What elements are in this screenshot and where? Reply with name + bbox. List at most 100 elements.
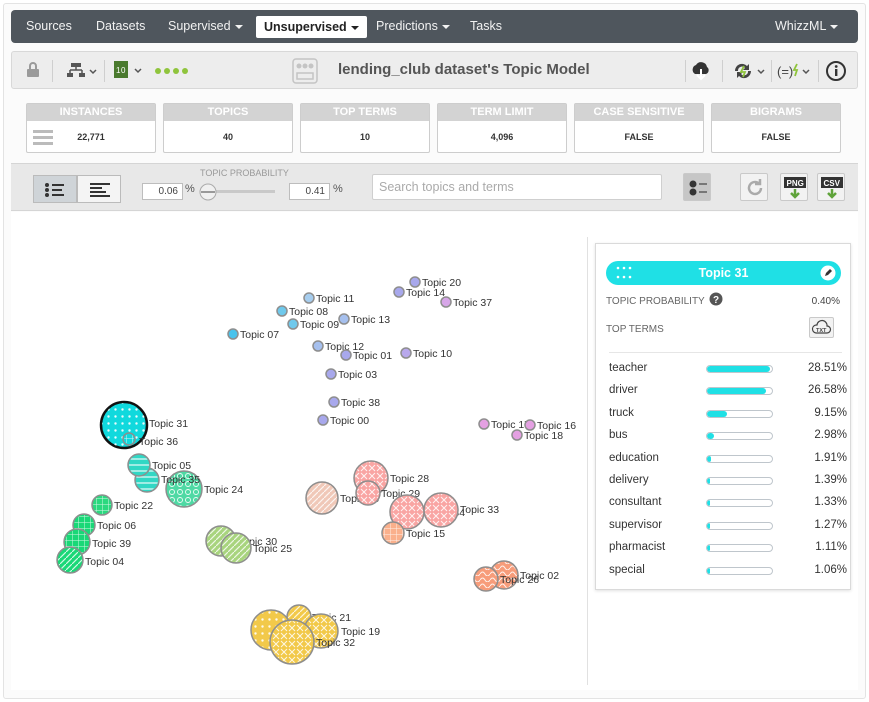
topic-bubble[interactable]: Topic 04	[56, 546, 124, 574]
topic-circle[interactable]	[276, 305, 288, 317]
topic-circle[interactable]	[524, 419, 536, 431]
topic-label[interactable]: Topic 13	[351, 314, 390, 326]
topic-pattern	[383, 523, 403, 543]
topic-label[interactable]: Topic 18	[524, 430, 563, 442]
topic-pattern	[307, 483, 337, 513]
term-percent: 28.51%	[807, 362, 847, 374]
topic-bubble[interactable]: Topic 22	[91, 494, 153, 516]
term-bar-fill	[707, 388, 766, 395]
topic-label[interactable]: Topic 28	[390, 473, 429, 485]
topic-circle[interactable]	[440, 296, 452, 308]
topic-label[interactable]: Topic 04	[85, 556, 124, 568]
topic-circle[interactable]	[409, 276, 421, 288]
topic-bubbles: Topic 20Topic 14Topic 37Topic 11Topic 08…	[56, 276, 576, 665]
topic-circle[interactable]	[317, 414, 329, 426]
term-row: education 1.91%	[609, 450, 847, 468]
term-name: delivery	[609, 474, 649, 486]
topic-bubble[interactable]: Topic 07	[227, 328, 279, 341]
term-bar	[706, 454, 773, 463]
topic-circle[interactable]	[340, 349, 352, 361]
topic-circle[interactable]	[400, 347, 412, 359]
term-bar-fill	[707, 455, 712, 462]
term-bar	[706, 409, 773, 418]
edit-icon[interactable]	[820, 265, 836, 281]
topic-pattern	[58, 548, 82, 572]
topic-bubble[interactable]: Topic 33	[423, 492, 499, 528]
topic-label[interactable]: Topic 24	[204, 484, 243, 496]
topic-label[interactable]: Topic 37	[453, 297, 492, 309]
term-bar-fill	[707, 433, 714, 440]
topic-label[interactable]: Topic 33	[460, 504, 499, 516]
topic-label[interactable]: Topic 11	[316, 293, 354, 305]
topic-label[interactable]: Topic 36	[139, 436, 178, 448]
term-row: teacher 28.51%	[609, 360, 847, 378]
help-icon[interactable]: ?	[709, 292, 723, 306]
download-txt-button[interactable]: TXT	[809, 317, 834, 338]
topic-label[interactable]: Topic 22	[114, 500, 153, 512]
topic-label[interactable]: Topic 32	[316, 637, 355, 649]
topic-circle[interactable]	[325, 368, 337, 380]
topic-circle[interactable]	[511, 429, 523, 441]
topic-bubble[interactable]: Topic 08	[276, 305, 328, 318]
topic-circle[interactable]	[478, 418, 490, 430]
topic-label[interactable]: Topic 09	[300, 319, 339, 331]
top-terms-label: TOP TERMS	[606, 324, 664, 335]
term-row: supervisor 1.27%	[609, 517, 847, 535]
topic-bubble[interactable]: Topic 00	[317, 414, 369, 427]
topic-label[interactable]: Topic 25	[253, 543, 292, 555]
topic-bubble[interactable]: Topic 17	[478, 418, 530, 431]
term-percent: 2.98%	[814, 429, 847, 442]
topic-label[interactable]: Topic 26	[500, 574, 539, 586]
term-row: special 1.06%	[609, 562, 847, 580]
topic-label[interactable]: Topic 14	[406, 287, 445, 299]
topic-label[interactable]: Topic 39	[92, 538, 131, 550]
topic-label[interactable]: Topic 31	[149, 418, 188, 430]
term-bar	[706, 387, 773, 396]
term-percent: 9.15%	[814, 406, 847, 419]
topic-label[interactable]: Topic 15	[406, 528, 445, 540]
topic-label[interactable]: Topic 38	[341, 397, 380, 409]
topic-label[interactable]: Topic 05	[152, 460, 191, 472]
topic-circle[interactable]	[328, 396, 340, 408]
term-row: consultant 1.33%	[609, 494, 847, 512]
term-bar-fill	[707, 410, 728, 417]
topic-bubble[interactable]: Topic 13	[338, 313, 390, 326]
topic-circle[interactable]	[338, 313, 350, 325]
term-bar-fill	[707, 366, 771, 372]
topic-bubble[interactable]: Topic 09	[287, 318, 339, 331]
txt-label: TXT	[816, 328, 827, 334]
topic-circle[interactable]	[303, 292, 315, 304]
term-bar	[706, 544, 773, 553]
txt-cloud-icon: TXT	[811, 319, 832, 334]
term-row: truck 9.15%	[609, 405, 847, 423]
topic-label[interactable]: Topic 07	[240, 329, 279, 341]
topic-bubble[interactable]: Topic 37	[440, 296, 492, 309]
topic-bubble[interactable]: Topic 10	[400, 347, 452, 360]
term-name: pharmacist	[609, 541, 666, 554]
topic-label[interactable]: Topic 00	[330, 415, 369, 427]
topic-label[interactable]: Topic 08	[289, 306, 328, 318]
topic-circle[interactable]	[312, 340, 324, 352]
topic-circle[interactable]	[227, 328, 239, 340]
topic-label[interactable]: Topic 01	[353, 350, 392, 362]
term-row: driver 26.58%	[609, 382, 847, 400]
topic-bubble[interactable]: Topic 38	[328, 396, 380, 409]
topic-label[interactable]: Topic 03	[338, 369, 377, 381]
term-percent: 26.58%	[807, 384, 847, 397]
term-percent: 1.06%	[814, 563, 847, 576]
topic-circle[interactable]	[393, 286, 405, 298]
term-percent: 1.33%	[814, 496, 847, 509]
topic-bubble[interactable]: Topic 01	[340, 349, 392, 362]
topic-label[interactable]: Topic 06	[97, 520, 136, 532]
topic-circle[interactable]	[287, 318, 299, 330]
topic-pattern	[222, 534, 250, 562]
topic-label[interactable]: Topic 10	[413, 348, 452, 360]
term-name: bus	[609, 429, 628, 442]
term-bar	[706, 477, 773, 485]
topic-bubble[interactable]: Topic 14	[393, 286, 445, 299]
topic-bubble[interactable]: Topic 18	[511, 429, 563, 442]
topic-label[interactable]: Topic 35	[161, 474, 200, 486]
topic-name: Topic 31	[698, 266, 749, 280]
topic-bubble[interactable]: Topic 11	[303, 292, 354, 305]
topic-bubble[interactable]: Topic 03	[325, 368, 377, 381]
